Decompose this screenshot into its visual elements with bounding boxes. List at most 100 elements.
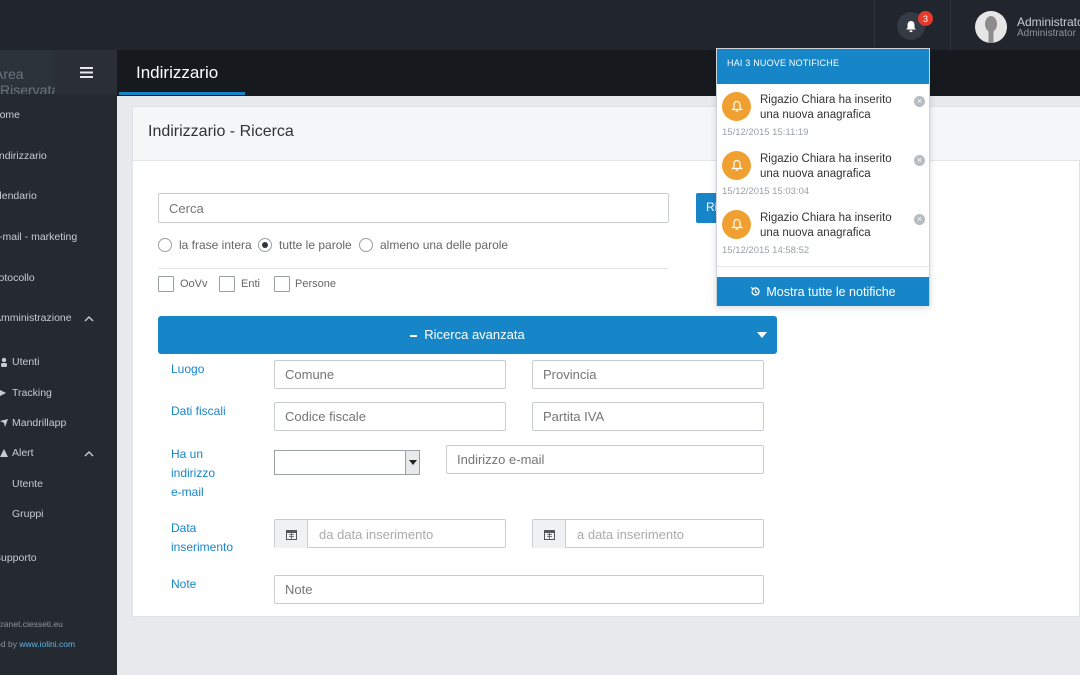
page-title: Indirizzario (136, 63, 219, 82)
checkbox-label: Enti (241, 278, 260, 290)
notification-item[interactable]: Rigazio Chiara ha inserito una nuova ana… (717, 146, 929, 205)
notification-item[interactable]: Rigazio Chiara ha inserito una nuova ana… (717, 205, 929, 264)
email-input[interactable] (446, 445, 764, 474)
brand-label: Area Riservata (0, 50, 55, 94)
divider (158, 268, 669, 269)
note-input[interactable] (274, 575, 764, 604)
sidebar-item-email-marketing[interactable]: E-mail - marketing (0, 231, 117, 245)
notification-message: Rigazio Chiara ha inserito una nuova ana… (760, 94, 892, 121)
show-all-label: Mostra tutte le notifiche (766, 284, 896, 299)
caret-down-icon (757, 332, 767, 338)
label-line: e-mail (171, 485, 204, 499)
codice-fiscale-input[interactable] (274, 402, 506, 431)
provincia-input[interactable] (532, 360, 764, 389)
partita-iva-input[interactable] (532, 402, 764, 431)
checkbox-persone[interactable] (274, 276, 290, 292)
close-icon[interactable]: × (914, 96, 925, 107)
chevron-up-icon (84, 451, 94, 457)
notification-message: Rigazio Chiara ha inserito una nuova ana… (760, 212, 892, 239)
checkbox-label: Persone (295, 278, 336, 290)
footer-credits: Developed by www.iolini.com (0, 639, 75, 649)
advanced-search-row: Ricerca avanzata (158, 327, 777, 342)
chevron-up-icon (84, 316, 94, 322)
notification-item[interactable]: Rigazio Chiara ha inserito una nuova ana… (717, 87, 929, 146)
notification-message: Rigazio Chiara ha inserito una nuova ana… (760, 153, 892, 180)
label-data-inserimento: Data inserimento (171, 519, 233, 557)
checkbox-enti[interactable] (219, 276, 235, 292)
label-dati-fiscali: Dati fiscali (171, 404, 226, 418)
label-luogo: Luogo (171, 362, 205, 376)
sidebar-item-amministrazione[interactable]: Amministrazione (0, 312, 117, 326)
send-icon (0, 419, 8, 427)
sidebar-subitem-tracking[interactable]: Tracking (0, 387, 117, 401)
label-line: Ha un (171, 447, 204, 461)
sidebar-item-calendario[interactable]: Calendario (0, 190, 117, 204)
sidebar-item-label: Amministrazione (0, 312, 72, 324)
sidebar-subitem-utenti[interactable]: Utenti (0, 356, 117, 370)
search-input[interactable] (158, 193, 669, 223)
sidebar-item-label: Indirizzario (0, 150, 47, 162)
sidebar-item-home[interactable]: Home (0, 109, 117, 123)
a-data-field[interactable]: a data inserimento (532, 519, 764, 548)
show-all-notifications-button[interactable]: Mostra tutte le notifiche (717, 277, 929, 306)
alert-icon (0, 449, 8, 457)
notification-time: 15/12/2015 14:58:52 (722, 245, 810, 256)
close-icon[interactable]: × (914, 155, 925, 166)
active-tab-indicator (119, 92, 245, 95)
notification-count-badge: 3 (918, 11, 933, 26)
da-data-placeholder: da data inserimento (319, 527, 434, 542)
topbar-divider (950, 0, 951, 50)
radio-tutte-le-parole[interactable] (258, 238, 272, 252)
calendar-icon (543, 529, 555, 540)
tracking-icon (0, 390, 6, 396)
users-icon (1, 357, 7, 367)
notification-time: 15/12/2015 15:11:19 (722, 127, 809, 138)
label-note: Note (171, 577, 197, 591)
footer-link[interactable]: www.iolini.com (19, 639, 75, 649)
sidebar-subitem-label: Gruppi (12, 508, 44, 520)
sidebar-item-label: Home (0, 109, 21, 121)
label-line: Data (171, 521, 197, 535)
page-header: Indirizzario (117, 50, 1080, 96)
a-data-placeholder: a data inserimento (577, 527, 684, 542)
sidebar-item-label: Protocollo (0, 272, 35, 284)
calendar-addon[interactable] (275, 520, 308, 548)
sidebar-subitem-label: Mandrillapp (12, 417, 67, 429)
label-ha-email: Ha un indirizzo e-mail (171, 445, 215, 502)
panel-title: Indirizzario - Ricerca (148, 123, 294, 140)
notifications-dropdown: HAI 3 NUOVE NOTIFICHE Rigazio Chiara ha … (716, 48, 930, 306)
close-icon[interactable]: × (914, 214, 925, 225)
radio-almeno-una[interactable] (359, 238, 373, 252)
notifications-header: HAI 3 NUOVE NOTIFICHE (717, 49, 929, 84)
label-line: inserimento (171, 540, 234, 554)
sidebar-subitem-gruppi[interactable]: Gruppi (0, 508, 117, 522)
minus-icon (410, 334, 418, 337)
user-name[interactable]: Administrator (1017, 15, 1080, 29)
sidebar-item-indirizzario[interactable]: Indirizzario (0, 150, 117, 164)
topbar-divider (874, 0, 875, 50)
sidebar-subitem-utente[interactable]: Utente (0, 478, 117, 492)
checkbox-oovv[interactable] (158, 276, 174, 292)
user-avatar[interactable] (975, 11, 1007, 43)
radio-frase-intera[interactable] (158, 238, 172, 252)
sidebar-item-label: Supporto (0, 552, 37, 564)
footer-developed-by: Developed by (0, 639, 17, 649)
ha-email-select[interactable] (274, 450, 420, 475)
sidebar-subitem-label: Tracking (12, 387, 52, 399)
sidebar-subitem-alert[interactable]: Alert (0, 447, 117, 461)
advanced-search-toggle[interactable]: Ricerca avanzata (158, 316, 777, 354)
comune-input[interactable] (274, 360, 506, 389)
menu-toggle-button[interactable] (55, 50, 117, 94)
panel-header: Indirizzario - Ricerca (133, 107, 1080, 161)
calendar-addon[interactable] (533, 520, 566, 548)
sidebar-item-protocollo[interactable]: Protocollo (0, 272, 117, 286)
sidebar-item-supporto[interactable]: Supporto (0, 552, 117, 566)
radio-label: tutte le parole (279, 238, 352, 252)
sidebar-subitem-label: Utenti (12, 356, 40, 368)
da-data-field[interactable]: da data inserimento (274, 519, 506, 548)
bell-icon (722, 92, 751, 121)
radio-label: almeno una delle parole (380, 238, 509, 252)
sidebar-subitem-mandrillapp[interactable]: Mandrillapp (0, 417, 117, 431)
search-button[interactable]: Ricerca (696, 193, 718, 223)
sidebar-subitem-label: Alert (12, 447, 34, 459)
